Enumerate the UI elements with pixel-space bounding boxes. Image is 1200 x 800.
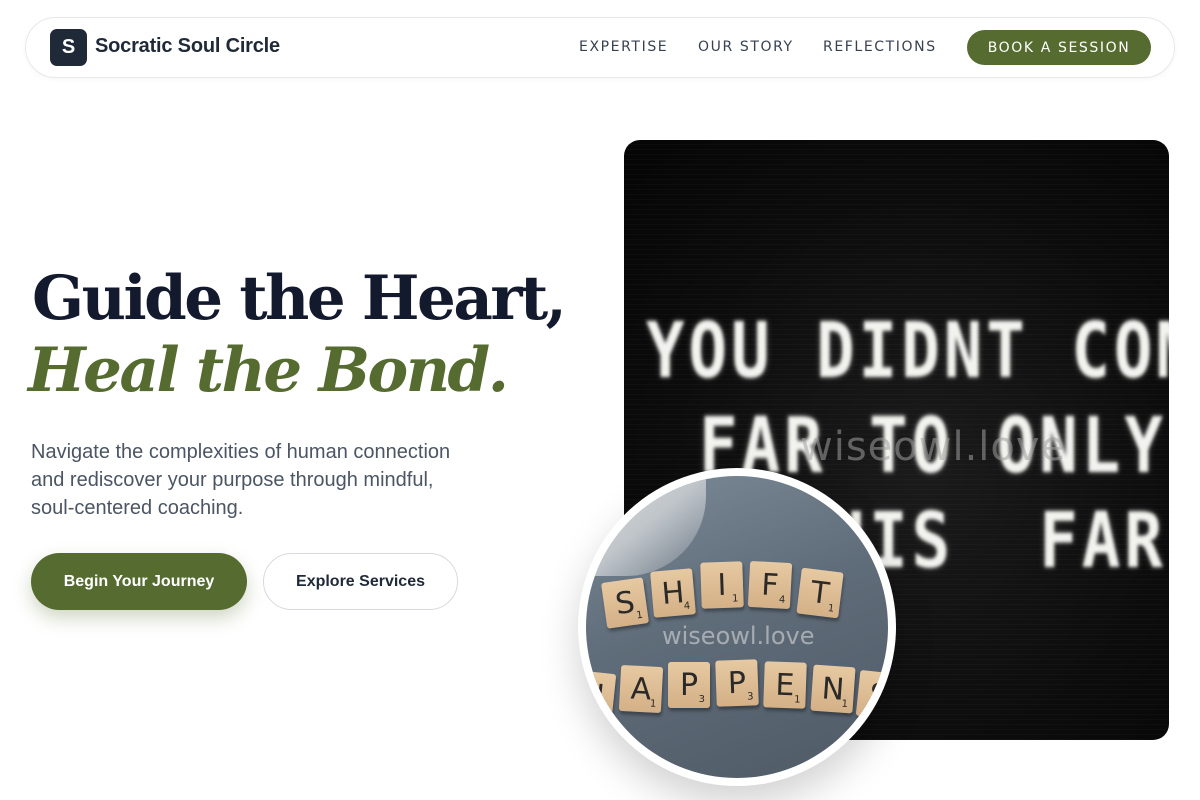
nav-link-reflections[interactable]: REFLECTIONS: [823, 39, 937, 55]
hero-headline-line2: Heal the Bond.: [28, 335, 509, 406]
logo-mark[interactable]: S: [50, 29, 87, 66]
tile: H4: [650, 568, 696, 618]
tile: I1: [700, 561, 744, 609]
begin-journey-button[interactable]: Begin Your Journey: [31, 553, 247, 610]
cloth-texture: [586, 476, 706, 576]
board-line-1: YOU DIDNT COME THIS: [646, 307, 1169, 397]
explore-services-button[interactable]: Explore Services: [263, 553, 458, 610]
nav-link-our-story[interactable]: OUR STORY: [698, 39, 794, 55]
board-watermark: wiseowl.love: [800, 424, 1067, 470]
scrabble-tiles-image: S1 H4 I1 F4 T1 wiseowl.love H4 A1 P3 P3 …: [586, 476, 888, 778]
tile: P3: [715, 659, 759, 707]
tile: E1: [763, 661, 807, 709]
tile: A1: [618, 664, 664, 714]
tile: P3: [668, 662, 710, 708]
tile: T1: [796, 567, 844, 619]
book-session-button[interactable]: BOOK A SESSION: [967, 30, 1151, 65]
circle-watermark: wiseowl.love: [662, 622, 815, 650]
tile: N1: [810, 664, 856, 714]
tile: S1: [601, 577, 649, 629]
nav-link-expertise[interactable]: EXPERTISE: [579, 39, 668, 55]
brand-name[interactable]: Socratic Soul Circle: [95, 35, 280, 58]
hero-lead-text: Navigate the complexities of human conne…: [31, 441, 451, 519]
hero-headline-line1: Guide the Heart,: [32, 263, 567, 334]
tile: H4: [586, 669, 617, 721]
tile: S1: [855, 669, 888, 721]
scrabble-tiles-image-frame: S1 H4 I1 F4 T1 wiseowl.love H4 A1 P3 P3 …: [578, 468, 896, 786]
tile: F4: [747, 560, 793, 610]
top-navigation: S Socratic Soul Circle EXPERTISE OUR STO…: [25, 17, 1175, 78]
